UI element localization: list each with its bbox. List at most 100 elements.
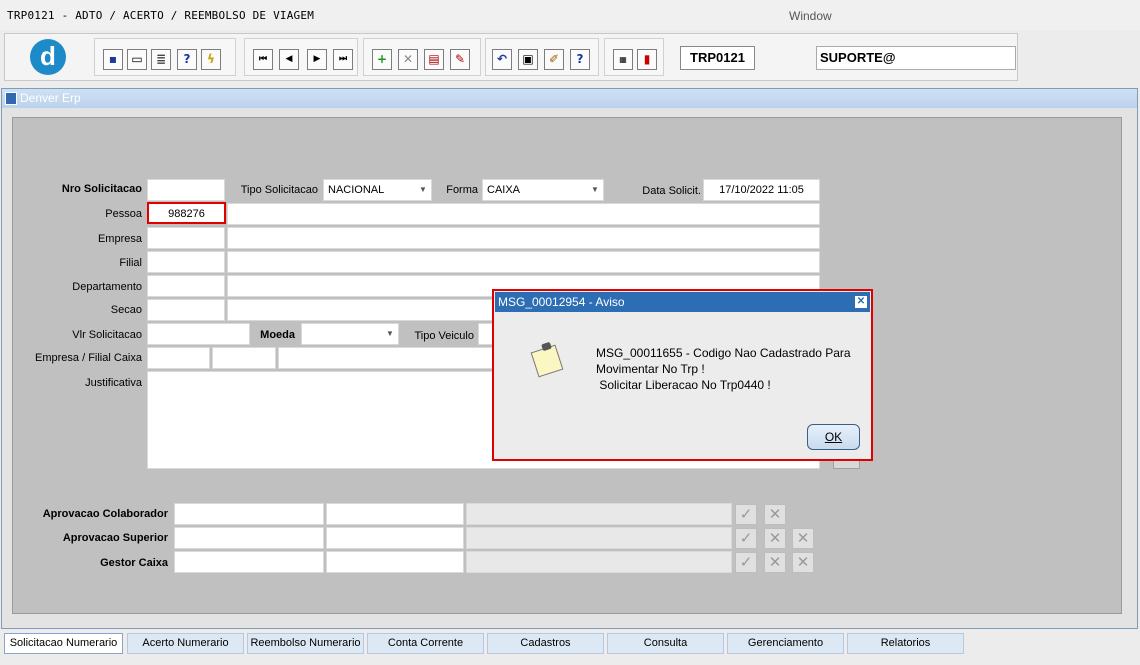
nro-solicitacao-label: Nro Solicitacao <box>61 183 142 195</box>
dialog-message-line-3: Solicitar Liberacao No Trp0440 ! <box>596 378 771 392</box>
cancel-x-icon[interactable]: ✕ <box>792 528 814 549</box>
dropdown-arrow-icon[interactable]: ▼ <box>588 181 602 199</box>
delete-record-icon[interactable]: ✕ <box>398 49 418 70</box>
forma-label: Forma <box>446 184 478 196</box>
help-icon[interactable]: ? <box>570 49 590 70</box>
filial-code-input[interactable] <box>147 251 225 273</box>
toolbar-group-navigation: ⏮ ◀ ▶ ⏭ <box>244 38 358 76</box>
previous-record-icon[interactable]: ◀ <box>279 49 299 70</box>
last-record-icon[interactable]: ⏭ <box>333 49 353 70</box>
secao-label: Secao <box>110 304 142 316</box>
undo-icon[interactable]: ↶ <box>492 49 512 70</box>
aprovacao-colaborador-date[interactable] <box>326 503 464 525</box>
insert-record-icon[interactable]: + <box>372 49 392 70</box>
data-solicit-input[interactable]: 17/10/2022 11:05 <box>703 179 820 201</box>
title-bar: TRP0121 - ADTO / ACERTO / REEMBOLSO DE V… <box>0 0 1140 30</box>
departamento-label: Departamento <box>72 281 142 293</box>
first-record-icon[interactable]: ⏮ <box>253 49 273 70</box>
nro-solicitacao-input[interactable] <box>147 179 225 201</box>
print-icon[interactable]: ≣ <box>151 49 171 70</box>
empresa-label: Empresa <box>97 233 142 245</box>
dropdown-arrow-icon[interactable]: ▼ <box>416 181 430 199</box>
query-help-icon[interactable]: ? <box>177 49 197 70</box>
approve-check-icon[interactable]: ✓ <box>735 552 757 573</box>
pessoa-name-input[interactable] <box>227 203 820 225</box>
secao-code-input[interactable] <box>147 299 225 321</box>
filial-name-input[interactable] <box>227 251 820 273</box>
main-window-title: Denver Erp <box>2 89 1137 108</box>
caixa-name-input[interactable] <box>278 347 498 369</box>
toolbar-group-tools: ↶ ▣ ✐ ? <box>485 38 599 76</box>
window-icon[interactable]: ▭ <box>127 49 147 70</box>
forma-value: CAIXA <box>487 184 521 196</box>
cancel-x-icon[interactable]: ✕ <box>792 552 814 573</box>
moeda-select[interactable]: ▼ <box>301 323 399 345</box>
denver-logo-icon: d <box>30 39 66 75</box>
dialog-message-line-1: MSG_00011655 - Codigo Nao Cadastrado Par… <box>596 346 851 360</box>
aprovacao-colaborador-status <box>466 503 732 525</box>
approve-check-icon[interactable]: ✓ <box>735 504 757 525</box>
dialog-message-line-2: Movimentar No Trp ! <box>596 362 705 376</box>
vlr-solicitacao-input[interactable] <box>147 323 250 345</box>
tipo-solicitacao-label: Tipo Solicitacao <box>240 184 318 196</box>
next-record-icon[interactable]: ▶ <box>307 49 327 70</box>
gestor-caixa-date[interactable] <box>326 551 464 573</box>
filial-label: Filial <box>119 257 142 269</box>
window-app-icon <box>5 92 17 105</box>
alert-dialog: MSG_00012954 - Aviso ✕ MSG_00011655 - Co… <box>492 289 873 461</box>
list-values-icon[interactable]: ▤ <box>424 49 444 70</box>
gestor-caixa-label: Gestor Caixa <box>100 557 168 569</box>
tab-conta-corrente[interactable]: Conta Corrente <box>367 633 484 654</box>
user-field: SUPORTE@ <box>816 46 1016 70</box>
aprovacao-superior-status <box>466 527 732 549</box>
close-icon[interactable]: ✕ <box>855 296 867 308</box>
tipo-veiculo-label: Tipo Veiculo <box>414 330 474 342</box>
reject-x-icon[interactable]: ✕ <box>764 504 786 525</box>
approve-check-icon[interactable]: ✓ <box>735 528 757 549</box>
reject-x-icon[interactable]: ✕ <box>764 552 786 573</box>
tab-solicitacao-numerario[interactable]: Solicitacao Numerario <box>4 633 123 654</box>
dropdown-arrow-icon[interactable]: ▼ <box>383 325 397 343</box>
empresa-code-input[interactable] <box>147 227 225 249</box>
menu-icon[interactable]: ▦ <box>613 49 633 70</box>
departamento-code-input[interactable] <box>147 275 225 297</box>
toolbar: d ▪ ▭ ≣ ? ϟ ⏮ ◀ ▶ ⏭ + ✕ ▤ ✎ ↶ ▣ ✐ ? ▦ ▮ … <box>4 33 1018 81</box>
dialog-title-bar: MSG_00012954 - Aviso ✕ <box>495 292 870 312</box>
aprovacao-superior-label: Aprovacao Superior <box>62 532 168 544</box>
forma-select[interactable]: CAIXA ▼ <box>482 179 604 201</box>
aprovacao-colaborador-user[interactable] <box>174 503 324 525</box>
gestor-caixa-user[interactable] <box>174 551 324 573</box>
tab-gerenciamento[interactable]: Gerenciamento <box>727 633 844 654</box>
empresa-name-input[interactable] <box>227 227 820 249</box>
tab-relatorios[interactable]: Relatorios <box>847 633 964 654</box>
tab-reembolso-numerario[interactable]: Reembolso Numerario <box>247 633 364 654</box>
window-menu[interactable]: Window <box>789 9 832 23</box>
toolbar-group-file: ▪ ▭ ≣ ? ϟ <box>94 38 236 76</box>
vlr-solicitacao-label: Vlr Solicitacao <box>72 329 142 341</box>
aprovacao-superior-date[interactable] <box>326 527 464 549</box>
save-icon[interactable]: ▪ <box>103 49 123 70</box>
tab-acerto-numerario[interactable]: Acerto Numerario <box>127 633 244 654</box>
execute-query-icon[interactable]: ϟ <box>201 49 221 70</box>
tipo-solicitacao-value: NACIONAL <box>328 184 385 196</box>
pessoa-label: Pessoa <box>105 208 142 220</box>
tab-cadastros[interactable]: Cadastros <box>487 633 604 654</box>
clear-icon[interactable]: ✎ <box>450 49 470 70</box>
edit-icon[interactable]: ✐ <box>544 49 564 70</box>
pessoa-code-input[interactable]: 988276 <box>147 202 226 224</box>
moeda-label: Moeda <box>260 329 295 341</box>
empresa-caixa-input[interactable] <box>147 347 210 369</box>
reject-x-icon[interactable]: ✕ <box>764 528 786 549</box>
gestor-caixa-status <box>466 551 732 573</box>
aprovacao-colaborador-label: Aprovacao Colaborador <box>42 508 168 520</box>
form-code-field: TRP0121 <box>680 46 755 70</box>
aprovacao-superior-user[interactable] <box>174 527 324 549</box>
tipo-solicitacao-select[interactable]: NACIONAL ▼ <box>323 179 432 201</box>
clipboard-icon[interactable]: ▣ <box>518 49 538 70</box>
justificativa-label: Justificativa <box>85 377 142 389</box>
main-window-title-text: Denver Erp <box>20 91 81 105</box>
tab-consulta[interactable]: Consulta <box>607 633 724 654</box>
filial-caixa-input[interactable] <box>212 347 276 369</box>
exit-icon[interactable]: ▮ <box>637 49 657 70</box>
ok-button[interactable]: OK <box>807 424 860 450</box>
